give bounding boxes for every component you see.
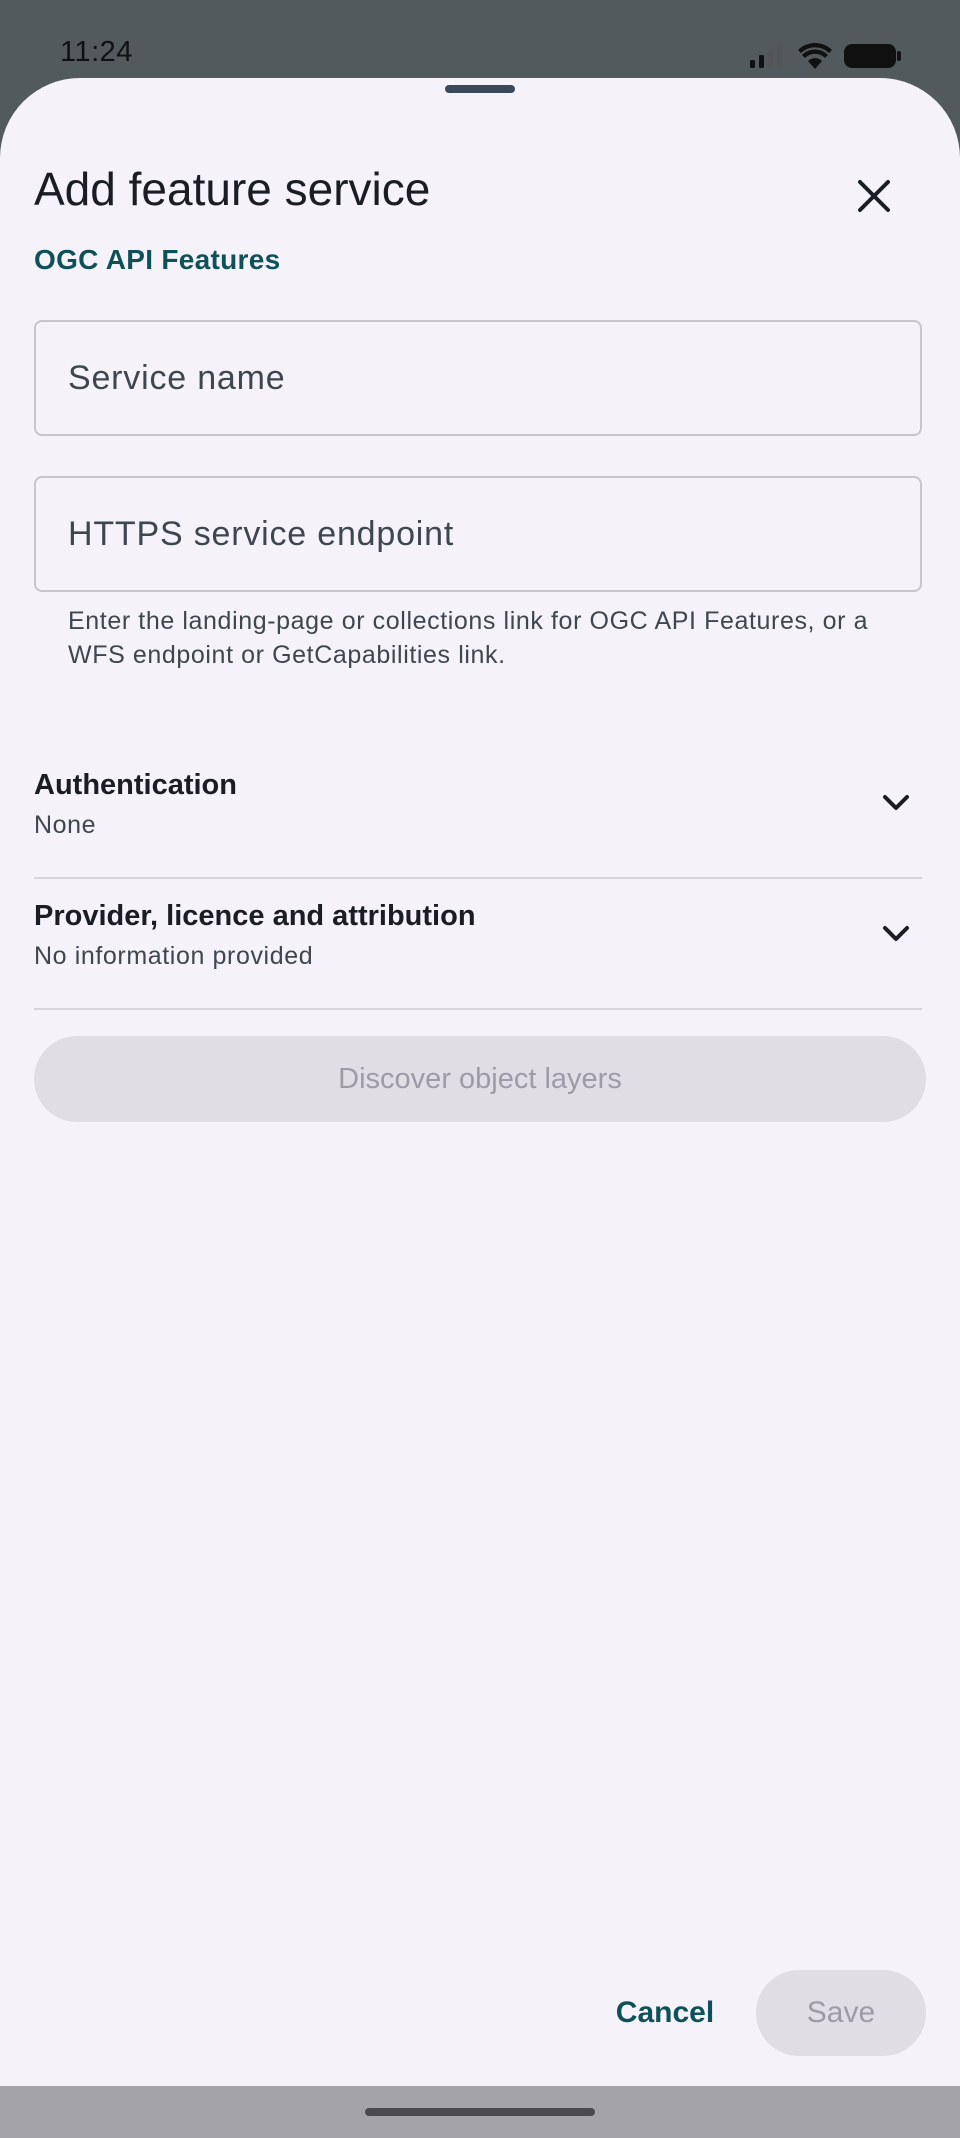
status-bar: 11:24 <box>0 0 960 90</box>
authentication-value: None <box>34 811 97 839</box>
service-name-input[interactable] <box>68 322 888 434</box>
save-button[interactable]: Save <box>756 1970 926 2056</box>
cancel-button[interactable]: Cancel <box>598 1970 732 2056</box>
provider-expander[interactable]: Provider, licence and attribution No inf… <box>34 880 922 1010</box>
drag-handle[interactable] <box>445 85 515 93</box>
provider-value: No information provided <box>34 942 314 970</box>
home-indicator[interactable] <box>365 2108 595 2116</box>
service-name-field[interactable] <box>34 320 922 436</box>
authentication-title: Authentication <box>34 769 237 801</box>
wifi-icon <box>798 43 832 69</box>
signal-icon <box>750 44 782 68</box>
battery-icon <box>844 44 901 68</box>
close-icon <box>858 180 890 212</box>
chevron-down-icon <box>883 795 909 810</box>
status-time: 11:24 <box>60 36 133 68</box>
endpoint-helper-text: Enter the landing-page or collections li… <box>68 607 869 669</box>
provider-title: Provider, licence and attribution <box>34 900 476 932</box>
status-icons <box>750 40 902 72</box>
chevron-down-icon <box>883 926 909 941</box>
discover-layers-button[interactable]: Discover object layers <box>34 1036 926 1122</box>
authentication-expander[interactable]: Authentication None <box>34 749 922 879</box>
endpoint-field[interactable] <box>34 476 922 592</box>
sheet-title: Add feature service <box>34 163 431 215</box>
service-type-label: OGC API Features <box>34 244 281 275</box>
endpoint-input[interactable] <box>68 478 888 590</box>
close-button[interactable] <box>844 166 904 226</box>
